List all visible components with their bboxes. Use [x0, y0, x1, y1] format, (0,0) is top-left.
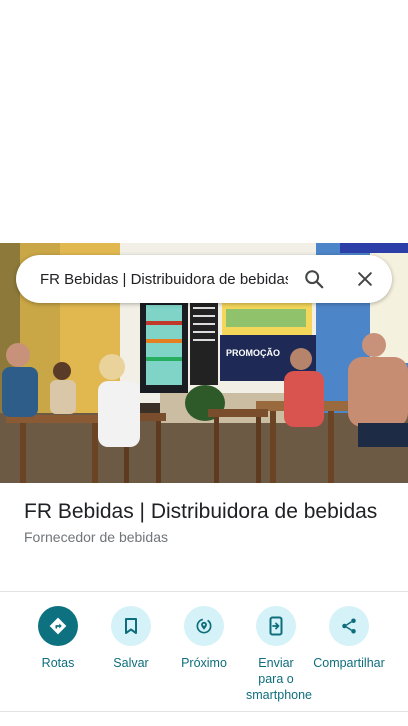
directions-label: Rotas [41, 656, 75, 670]
nearby-label: Próximo [181, 656, 227, 670]
share-icon [329, 606, 369, 646]
divider-bottom [0, 711, 408, 712]
place-category[interactable]: Fornecedor de bebidas [24, 529, 384, 545]
divider-top [0, 591, 408, 592]
place-info: FR Bebidas | Distribuidora de bebidas Fo… [24, 498, 384, 545]
send-to-phone-button[interactable]: Enviar para o smartphone [236, 606, 316, 703]
place-title: FR Bebidas | Distribuidora de bebidas [24, 500, 378, 523]
bookmark-icon [111, 606, 151, 646]
nearby-button[interactable]: Próximo [164, 606, 244, 671]
map-area-blank [0, 0, 408, 243]
share-button[interactable]: Compartilhar [309, 606, 389, 671]
share-label: Compartilhar [313, 656, 385, 670]
save-button[interactable]: Salvar [91, 606, 171, 671]
nearby-icon [184, 606, 224, 646]
action-bar: Rotas Salvar Próximo Enviar para o smart… [0, 606, 408, 706]
save-label: Salvar [113, 656, 149, 670]
send-to-phone-label: Enviar para o smartphone [246, 656, 313, 702]
send-to-phone-icon [256, 606, 296, 646]
close-icon[interactable] [351, 265, 379, 293]
search-input[interactable]: FR Bebidas | Distribuidora de bebidas [40, 271, 288, 288]
directions-icon [38, 606, 78, 646]
search-icon[interactable] [300, 265, 328, 293]
promo-sign-text: PROMOÇÃO [226, 348, 280, 358]
search-bar[interactable]: FR Bebidas | Distribuidora de bebidas [16, 255, 392, 303]
directions-button[interactable]: Rotas [18, 606, 98, 671]
